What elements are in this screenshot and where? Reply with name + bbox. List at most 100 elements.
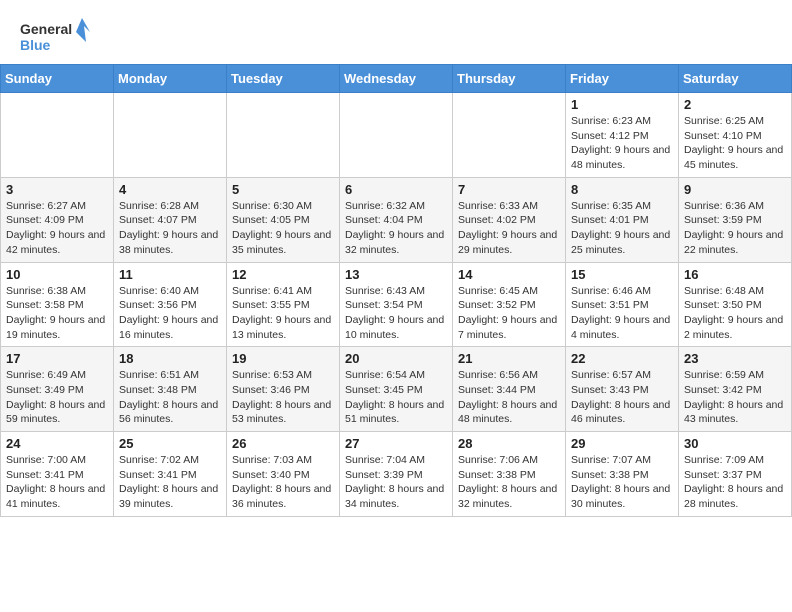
calendar-cell [114,93,227,178]
day-number: 23 [684,351,786,366]
calendar-body: 1 Sunrise: 6:23 AM Sunset: 4:12 PM Daylig… [1,93,792,517]
calendar-cell: 16 Sunrise: 6:48 AM Sunset: 3:50 PM Dayli… [679,262,792,347]
day-info: Sunrise: 6:40 AM Sunset: 3:56 PM Dayligh… [119,284,221,343]
calendar-cell: 5Sunrise: 6:30 AM Sunset: 4:05 PM Daylig… [227,177,340,262]
calendar-cell: 21 Sunrise: 6:56 AM Sunset: 3:44 PM Dayli… [453,347,566,432]
day-info: Sunrise: 6:27 AM Sunset: 4:09 PM Dayligh… [6,199,108,258]
day-number: 21 [458,351,560,366]
logo-icon: General Blue [20,16,90,56]
day-number: 6 [345,182,447,197]
day-number: 24 [6,436,108,451]
day-info: Sunrise: 6:35 AM Sunset: 4:01 PM Dayligh… [571,199,673,258]
calendar-cell: 27 Sunrise: 7:04 AM Sunset: 3:39 PM Dayli… [340,432,453,517]
day-info: Sunrise: 7:07 AM Sunset: 3:38 PM Dayligh… [571,453,673,512]
day-number: 25 [119,436,221,451]
day-number: 3 [6,182,108,197]
day-info: Sunrise: 7:04 AM Sunset: 3:39 PM Dayligh… [345,453,447,512]
day-info: Sunrise: 7:06 AM Sunset: 3:38 PM Dayligh… [458,453,560,512]
calendar-header: SundayMondayTuesdayWednesdayThursdayFrid… [1,65,792,93]
day-info: Sunrise: 6:48 AM Sunset: 3:50 PM Dayligh… [684,284,786,343]
logo: General Blue [20,16,90,56]
calendar-week-2: 3 Sunrise: 6:27 AM Sunset: 4:09 PM Daylig… [1,177,792,262]
calendar-cell: 24Sunrise: 7:00 AM Sunset: 3:41 PM Dayli… [1,432,114,517]
calendar-cell: 2 Sunrise: 6:25 AM Sunset: 4:10 PM Daylig… [679,93,792,178]
calendar-cell: 13 Sunrise: 6:43 AM Sunset: 3:54 PM Dayli… [340,262,453,347]
weekday-header-friday: Friday [566,65,679,93]
weekday-header-sunday: Sunday [1,65,114,93]
day-number: 8 [571,182,673,197]
weekday-header-monday: Monday [114,65,227,93]
day-info: Sunrise: 6:38 AM Sunset: 3:58 PM Dayligh… [6,284,108,343]
day-info: Sunrise: 6:25 AM Sunset: 4:10 PM Dayligh… [684,114,786,173]
day-number: 1 [571,97,673,112]
page-header: General Blue [0,0,792,64]
calendar-cell: 20Sunrise: 6:54 AM Sunset: 3:45 PM Dayli… [340,347,453,432]
day-number: 7 [458,182,560,197]
calendar-cell: 15 Sunrise: 6:46 AM Sunset: 3:51 PM Dayli… [566,262,679,347]
weekday-header-tuesday: Tuesday [227,65,340,93]
day-number: 9 [684,182,786,197]
calendar-cell [227,93,340,178]
day-number: 10 [6,267,108,282]
calendar-cell: 11Sunrise: 6:40 AM Sunset: 3:56 PM Dayli… [114,262,227,347]
day-number: 13 [345,267,447,282]
day-info: Sunrise: 6:59 AM Sunset: 3:42 PM Dayligh… [684,368,786,427]
calendar-cell: 6 Sunrise: 6:32 AM Sunset: 4:04 PM Daylig… [340,177,453,262]
calendar-cell: 12 Sunrise: 6:41 AM Sunset: 3:55 PM Dayli… [227,262,340,347]
svg-text:General: General [20,21,72,37]
calendar-cell: 29 Sunrise: 7:07 AM Sunset: 3:38 PM Dayli… [566,432,679,517]
calendar-cell [1,93,114,178]
weekday-header-wednesday: Wednesday [340,65,453,93]
day-info: Sunrise: 6:28 AM Sunset: 4:07 PM Dayligh… [119,199,221,258]
weekday-header-thursday: Thursday [453,65,566,93]
calendar-cell: 17Sunrise: 6:49 AM Sunset: 3:49 PM Dayli… [1,347,114,432]
day-info: Sunrise: 7:02 AM Sunset: 3:41 PM Dayligh… [119,453,221,512]
calendar-cell: 1 Sunrise: 6:23 AM Sunset: 4:12 PM Daylig… [566,93,679,178]
day-info: Sunrise: 6:23 AM Sunset: 4:12 PM Dayligh… [571,114,673,173]
day-number: 15 [571,267,673,282]
calendar-week-4: 17Sunrise: 6:49 AM Sunset: 3:49 PM Dayli… [1,347,792,432]
day-number: 26 [232,436,334,451]
day-number: 12 [232,267,334,282]
calendar-cell: 9 Sunrise: 6:36 AM Sunset: 3:59 PM Daylig… [679,177,792,262]
day-number: 18 [119,351,221,366]
calendar-cell: 4 Sunrise: 6:28 AM Sunset: 4:07 PM Daylig… [114,177,227,262]
day-info: Sunrise: 7:03 AM Sunset: 3:40 PM Dayligh… [232,453,334,512]
calendar-cell: 19 Sunrise: 6:53 AM Sunset: 3:46 PM Dayli… [227,347,340,432]
calendar-cell: 8 Sunrise: 6:35 AM Sunset: 4:01 PM Daylig… [566,177,679,262]
day-info: Sunrise: 6:53 AM Sunset: 3:46 PM Dayligh… [232,368,334,427]
day-number: 29 [571,436,673,451]
svg-text:Blue: Blue [20,37,51,53]
day-number: 2 [684,97,786,112]
calendar-cell: 10 Sunrise: 6:38 AM Sunset: 3:58 PM Dayli… [1,262,114,347]
calendar-cell [453,93,566,178]
day-info: Sunrise: 6:56 AM Sunset: 3:44 PM Dayligh… [458,368,560,427]
weekday-header-saturday: Saturday [679,65,792,93]
calendar-cell: 7 Sunrise: 6:33 AM Sunset: 4:02 PM Daylig… [453,177,566,262]
calendar-week-1: 1 Sunrise: 6:23 AM Sunset: 4:12 PM Daylig… [1,93,792,178]
day-number: 27 [345,436,447,451]
calendar-table: SundayMondayTuesdayWednesdayThursdayFrid… [0,64,792,517]
day-number: 22 [571,351,673,366]
day-number: 4 [119,182,221,197]
calendar-cell: 28Sunrise: 7:06 AM Sunset: 3:38 PM Dayli… [453,432,566,517]
day-number: 16 [684,267,786,282]
calendar-cell: 14Sunrise: 6:45 AM Sunset: 3:52 PM Dayli… [453,262,566,347]
calendar-cell: 3 Sunrise: 6:27 AM Sunset: 4:09 PM Daylig… [1,177,114,262]
calendar-cell: 22Sunrise: 6:57 AM Sunset: 3:43 PM Dayli… [566,347,679,432]
day-info: Sunrise: 6:41 AM Sunset: 3:55 PM Dayligh… [232,284,334,343]
calendar-week-3: 10 Sunrise: 6:38 AM Sunset: 3:58 PM Dayli… [1,262,792,347]
day-info: Sunrise: 6:43 AM Sunset: 3:54 PM Dayligh… [345,284,447,343]
calendar-week-5: 24Sunrise: 7:00 AM Sunset: 3:41 PM Dayli… [1,432,792,517]
day-info: Sunrise: 6:46 AM Sunset: 3:51 PM Dayligh… [571,284,673,343]
day-number: 30 [684,436,786,451]
day-number: 19 [232,351,334,366]
calendar-cell: 23 Sunrise: 6:59 AM Sunset: 3:42 PM Dayli… [679,347,792,432]
day-number: 14 [458,267,560,282]
day-info: Sunrise: 7:09 AM Sunset: 3:37 PM Dayligh… [684,453,786,512]
day-info: Sunrise: 6:36 AM Sunset: 3:59 PM Dayligh… [684,199,786,258]
day-info: Sunrise: 6:49 AM Sunset: 3:49 PM Dayligh… [6,368,108,427]
day-number: 20 [345,351,447,366]
day-info: Sunrise: 6:32 AM Sunset: 4:04 PM Dayligh… [345,199,447,258]
day-info: Sunrise: 6:33 AM Sunset: 4:02 PM Dayligh… [458,199,560,258]
